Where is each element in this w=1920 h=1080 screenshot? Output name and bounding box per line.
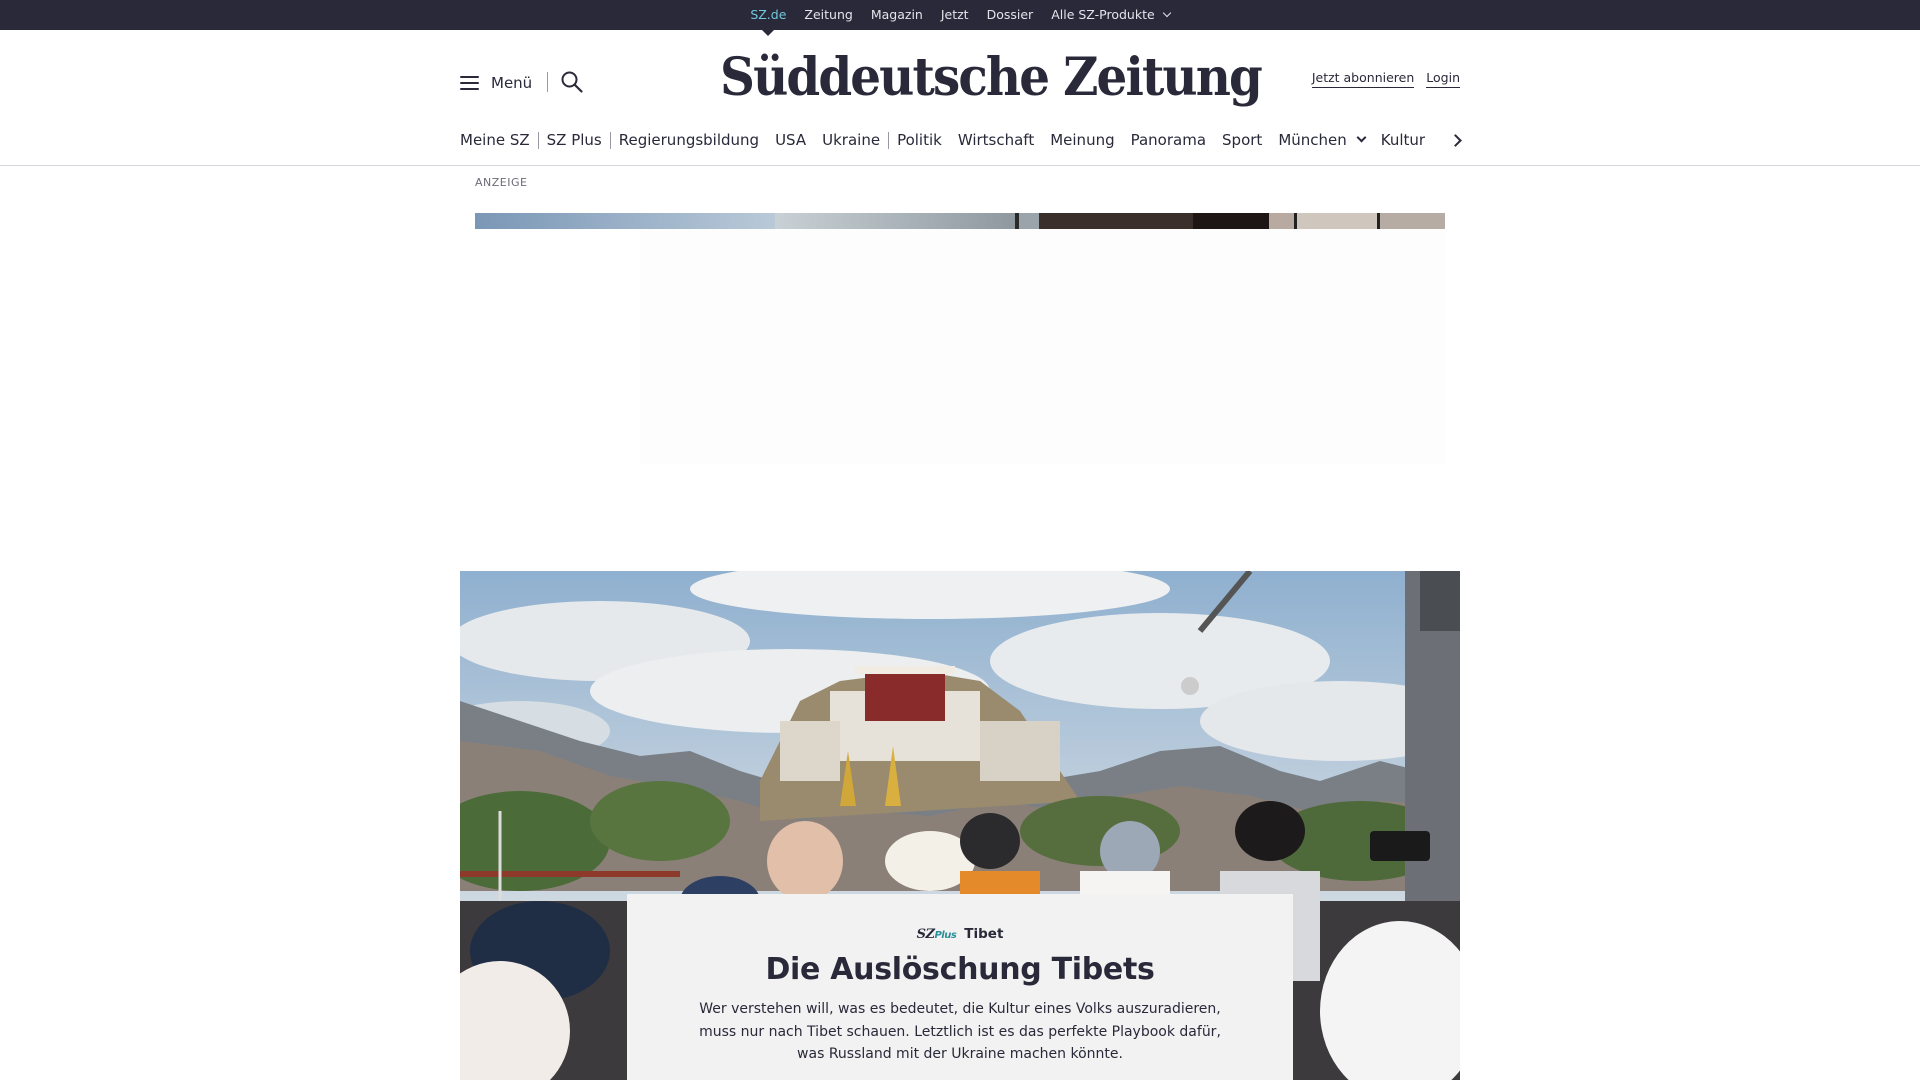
ad-label: ANZEIGE: [475, 176, 528, 189]
login-link[interactable]: Login: [1426, 70, 1460, 88]
nav-item-usa[interactable]: USA: [767, 129, 814, 151]
nav-item-sport[interactable]: Sport: [1214, 129, 1270, 151]
product-link-jetzt[interactable]: Jetzt: [932, 0, 978, 30]
product-link-magazin[interactable]: Magazin: [862, 0, 932, 30]
product-link-dossier[interactable]: Dossier: [978, 0, 1043, 30]
teaser-kicker: SZPlus Tibet: [627, 926, 1293, 942]
header-divider-line: [0, 165, 1920, 166]
section-nav: Meine SZ SZ Plus Regierungsbildung USA U…: [460, 128, 1460, 152]
product-link-zeitung[interactable]: Zeitung: [795, 0, 861, 30]
nav-item-panorama[interactable]: Panorama: [1123, 129, 1214, 151]
chevron-down-icon: [1356, 132, 1367, 142]
product-nav: SZ.de Zeitung Magazin Jetzt Dossier Alle…: [0, 0, 1920, 36]
menu-label: Menü: [491, 74, 533, 92]
nav-item-sz-plus[interactable]: SZ Plus: [539, 129, 610, 151]
product-dropdown-label: Alle SZ-Produkte: [1051, 7, 1155, 22]
nav-item-kultur[interactable]: Kultur: [1373, 129, 1433, 151]
nav-item-wirtschaft[interactable]: Wirtschaft: [950, 129, 1042, 151]
subscribe-link[interactable]: Jetzt abonnieren: [1311, 70, 1415, 88]
teaser-headline[interactable]: Die Auslöschung Tibets: [627, 952, 1293, 987]
sz-plus-badge-plus: Plus: [934, 929, 957, 941]
search-icon[interactable]: [560, 70, 584, 94]
ad-banner[interactable]: [475, 213, 1445, 229]
nav-item-politik[interactable]: Politik: [889, 129, 950, 151]
menu-button[interactable]: Menü: [460, 70, 532, 96]
account-links: Jetzt abonnieren Login: [1311, 70, 1460, 88]
site-logo[interactable]: Süddeutsche Zeitung: [720, 42, 1263, 114]
sz-plus-badge: SZPlus: [917, 927, 957, 942]
article-teaser[interactable]: SZPlus Tibet Die Auslöschung Tibets Wer …: [627, 894, 1293, 1080]
nav-item-meine-sz[interactable]: Meine SZ: [460, 129, 538, 151]
sz-plus-badge-sz: SZ: [916, 926, 935, 942]
chevron-right-icon[interactable]: [1450, 133, 1462, 147]
hamburger-icon: [460, 76, 479, 90]
nav-item-meinung[interactable]: Meinung: [1042, 129, 1122, 151]
teaser-summary: Wer verstehen will, was es bedeutet, die…: [699, 1001, 1221, 1062]
teaser-topic: Tibet: [964, 926, 1004, 942]
nav-item-ukraine[interactable]: Ukraine: [814, 129, 888, 151]
nav-item-muenchen-label: München: [1278, 131, 1347, 149]
product-dropdown-all[interactable]: Alle SZ-Produkte: [1042, 0, 1178, 30]
header-divider: [547, 72, 548, 92]
chevron-down-icon: [1162, 8, 1171, 18]
nav-item-regierungsbildung[interactable]: Regierungsbildung: [611, 129, 767, 151]
ad-placeholder: [640, 229, 1445, 464]
product-link-szde[interactable]: SZ.de: [741, 0, 795, 36]
top-product-bar: SZ.de Zeitung Magazin Jetzt Dossier Alle…: [0, 0, 1920, 36]
nav-item-muenchen[interactable]: München: [1270, 129, 1372, 151]
